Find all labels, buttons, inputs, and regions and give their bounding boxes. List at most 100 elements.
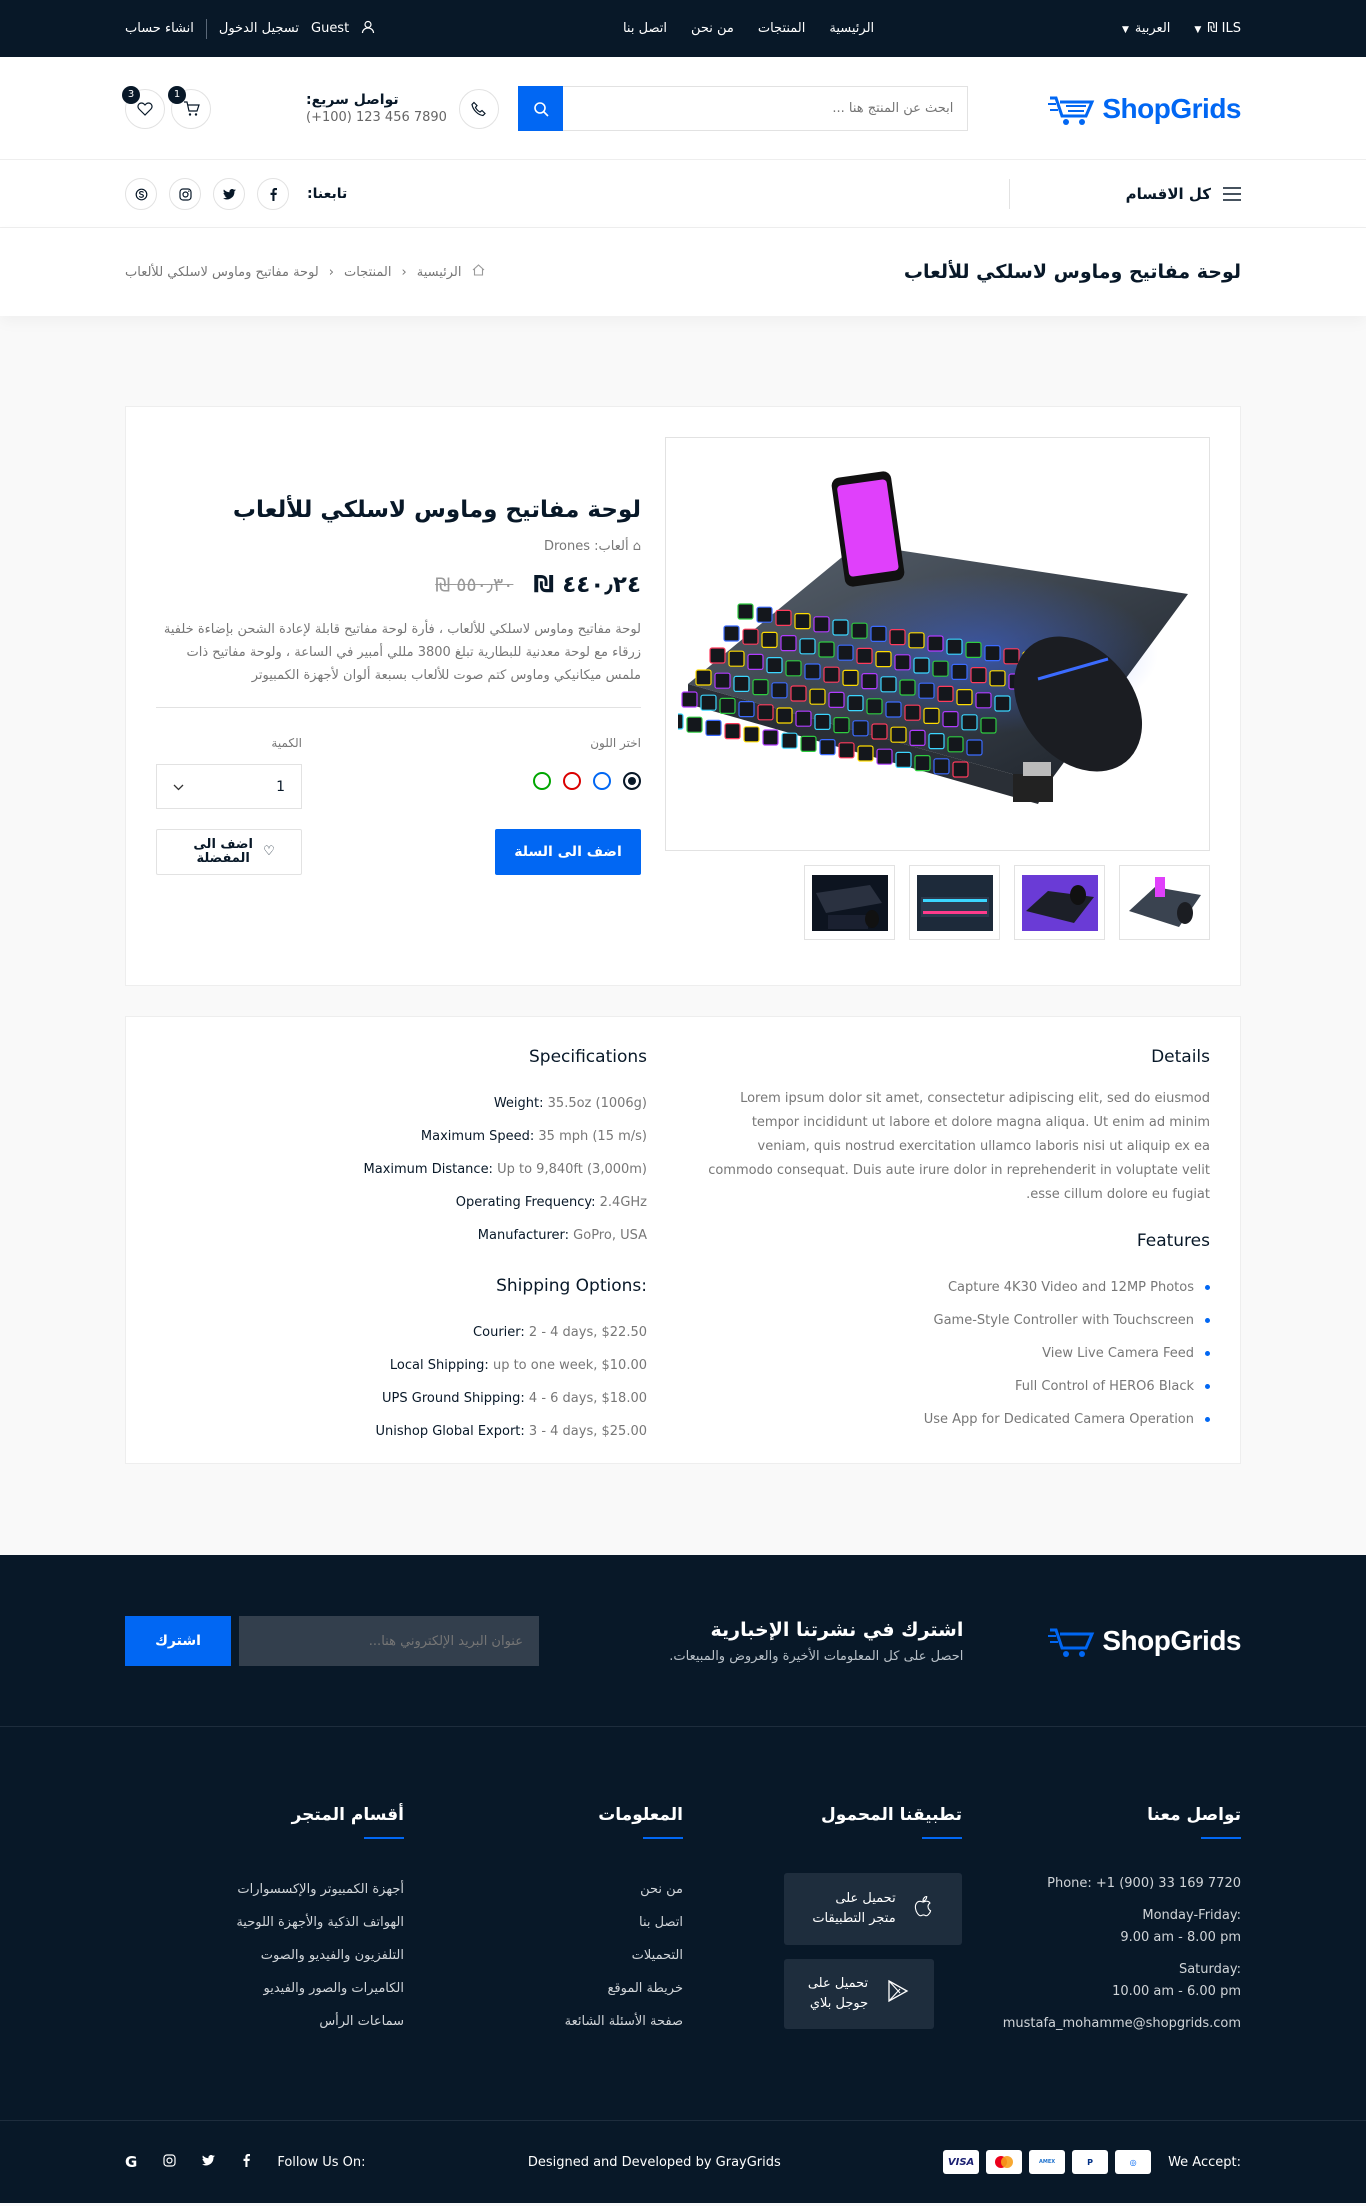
thumbnail-2[interactable]	[1014, 865, 1105, 940]
footer-link[interactable]: الكاميرات والصور والفيديو	[263, 1981, 404, 1996]
register-link[interactable]: انشاء حساب	[125, 21, 194, 36]
footer-link[interactable]: التلفزيون والفيديو والصوت	[261, 1948, 404, 1963]
login-link[interactable]: تسجيل الدخول	[219, 21, 299, 36]
twitter-icon[interactable]	[213, 178, 245, 210]
twitter-icon[interactable]	[202, 2154, 216, 2170]
language-select[interactable]: العربية▼	[1122, 21, 1170, 36]
keyboard-key	[832, 717, 850, 734]
keyboard-key	[979, 717, 997, 734]
breadcrumb-current: لوحة مفاتيح وماوس لاسلكي للألعاب	[125, 264, 319, 280]
product-title: لوحة مفاتيح وماوس لاسلكي للألعاب	[232, 497, 641, 523]
chevron-down-icon: ▼	[1194, 25, 1202, 35]
topnav-home[interactable]: الرئيسية	[829, 21, 874, 36]
skype-icon[interactable]	[125, 178, 157, 210]
keyboard-key	[780, 732, 798, 749]
footer-link[interactable]: صفحة الأسئلة الشائعة	[565, 2014, 683, 2029]
search-input[interactable]	[563, 86, 969, 131]
search-icon	[534, 101, 549, 117]
currency-select[interactable]: ILS ₪▼	[1194, 21, 1241, 36]
topnav-about[interactable]: من نحن	[691, 21, 734, 36]
list-item: Operating Frequency: 2.4GHz	[455, 1195, 647, 1210]
copyright: Designed and Developed by GrayGrids	[527, 2154, 781, 2170]
apps-title: تطبيقنا المحمول	[683, 1805, 962, 1839]
contact-phone: Phone: +1 (900) 33 169 7720	[1047, 1876, 1241, 1891]
footer-link[interactable]: اتصل بنا	[639, 1915, 683, 1930]
topnav-contact[interactable]: اتصل بنا	[623, 21, 667, 36]
list-item: Game-Style Controller with Touchscreen	[683, 1304, 1210, 1337]
keyboard-key	[727, 650, 745, 667]
keyboard-key	[875, 748, 893, 765]
color-swatch-red[interactable]	[563, 772, 581, 790]
category-link[interactable]: Drones	[544, 539, 590, 554]
info-column: المعلومات من نحن اتصل بنا التحميلات خريط…	[404, 1805, 683, 2045]
footer-link[interactable]: التحميلات	[632, 1948, 683, 1963]
keyboard-key	[732, 675, 750, 692]
breadcrumb-products[interactable]: المنتجات	[344, 265, 392, 280]
list-item: Unishop Global Export: 3 - 4 days, $25.0…	[375, 1424, 647, 1439]
product-box: لوحة مفاتيح وماوس لاسلكي للألعاب ⌂ ألعاب…	[125, 406, 1241, 986]
footer-columns: تواصل معنا Phone: +1 (900) 33 169 7720 M…	[0, 1727, 1366, 2121]
instagram-icon[interactable]	[163, 2153, 176, 2171]
footer-link[interactable]: خريطة الموقع	[607, 1981, 683, 1996]
breadcrumb-home[interactable]: الرئيسية	[417, 265, 462, 280]
contact-email[interactable]: mustafa_mohamme@shopgrids.com	[962, 2013, 1241, 2035]
google-icon[interactable]: G	[125, 2153, 137, 2171]
footer-link[interactable]: من نحن	[640, 1882, 683, 1897]
color-swatch-dark[interactable]	[623, 772, 641, 790]
wishlist-button[interactable]: 3	[122, 85, 165, 129]
cart-button[interactable]: 1	[168, 85, 211, 129]
google-play-button[interactable]: تحميل على جوجل بلاي	[784, 1959, 934, 2029]
cart-logo-icon	[1048, 96, 1095, 125]
logo[interactable]: ShopGrids	[1048, 90, 1241, 128]
all-categories-menu[interactable]: كل الاقسام	[1009, 179, 1241, 209]
instagram-icon[interactable]	[169, 178, 201, 210]
keyboard-key	[964, 641, 982, 658]
footer-link[interactable]: أجهزة الكمبيوتر والإكسسوارات	[237, 1882, 404, 1897]
heart-icon	[137, 102, 153, 116]
search-button[interactable]	[518, 86, 564, 131]
app-store-button[interactable]: تحميل على متجر التطبيقات	[784, 1873, 962, 1945]
color-swatch-blue[interactable]	[593, 772, 611, 790]
color-label: اختر اللون	[590, 736, 641, 750]
keyboard-key	[856, 745, 874, 762]
footer-link[interactable]: سماعات الرأس	[319, 2014, 404, 2029]
keyboard-key	[818, 739, 836, 756]
keyboard-key	[851, 720, 869, 737]
cart-logo-icon	[1048, 1628, 1095, 1657]
keyboard-key	[837, 742, 855, 759]
color-swatch-green[interactable]	[533, 772, 551, 790]
facebook-icon[interactable]	[241, 2153, 251, 2171]
add-to-cart-button[interactable]: اضف الى السلة	[495, 829, 641, 875]
keyboard-key	[756, 704, 774, 721]
keyboard-key	[827, 691, 845, 708]
list-item: Maximum Speed: 35 mph (15 m/s)	[420, 1129, 647, 1144]
footer-logo[interactable]: ShopGrids	[1048, 1622, 1241, 1660]
quantity-select[interactable]: 1	[156, 764, 302, 809]
topnav-products[interactable]: المنتجات	[758, 21, 806, 36]
old-price: ٥٥٠٫٣٠ ₪	[435, 574, 514, 596]
keyboard-key	[736, 603, 754, 620]
keyboard-key	[798, 638, 816, 655]
keyboard-key	[746, 653, 764, 670]
product-main-image[interactable]	[665, 437, 1210, 851]
thumbnail-4[interactable]	[804, 865, 895, 940]
thumbnail-1[interactable]	[1119, 865, 1210, 940]
contact-column: تواصل معنا Phone: +1 (900) 33 169 7720 M…	[962, 1805, 1241, 2045]
list-item: Maximum Distance: Up to 9,840ft (3,000m)	[363, 1162, 647, 1177]
keyboard-key	[888, 629, 906, 646]
details-text: Lorem ipsum dolor sit amet, consectetur …	[708, 1091, 1210, 1202]
main-header: ShopGrids تواصل سريع: (+100) 123 456 789…	[0, 57, 1366, 160]
email-field[interactable]	[239, 1616, 539, 1666]
add-to-wishlist-button[interactable]: ♡ اضف الى المفضلة	[156, 829, 302, 875]
facebook-icon[interactable]	[257, 178, 289, 210]
keyboard-key	[927, 733, 945, 750]
subscribe-button[interactable]: اشترك	[125, 1616, 231, 1666]
footer-link[interactable]: الهواتف الذكية والأجهزة اللوحية	[236, 1915, 404, 1930]
keyboard-key	[774, 609, 792, 626]
keyboard-key	[969, 667, 987, 684]
thumbnail-3[interactable]	[909, 865, 1000, 940]
keyboard-key	[799, 735, 817, 752]
keyboard-key	[941, 711, 959, 728]
keyboard-key	[926, 635, 944, 652]
keyboard-key	[846, 695, 864, 712]
